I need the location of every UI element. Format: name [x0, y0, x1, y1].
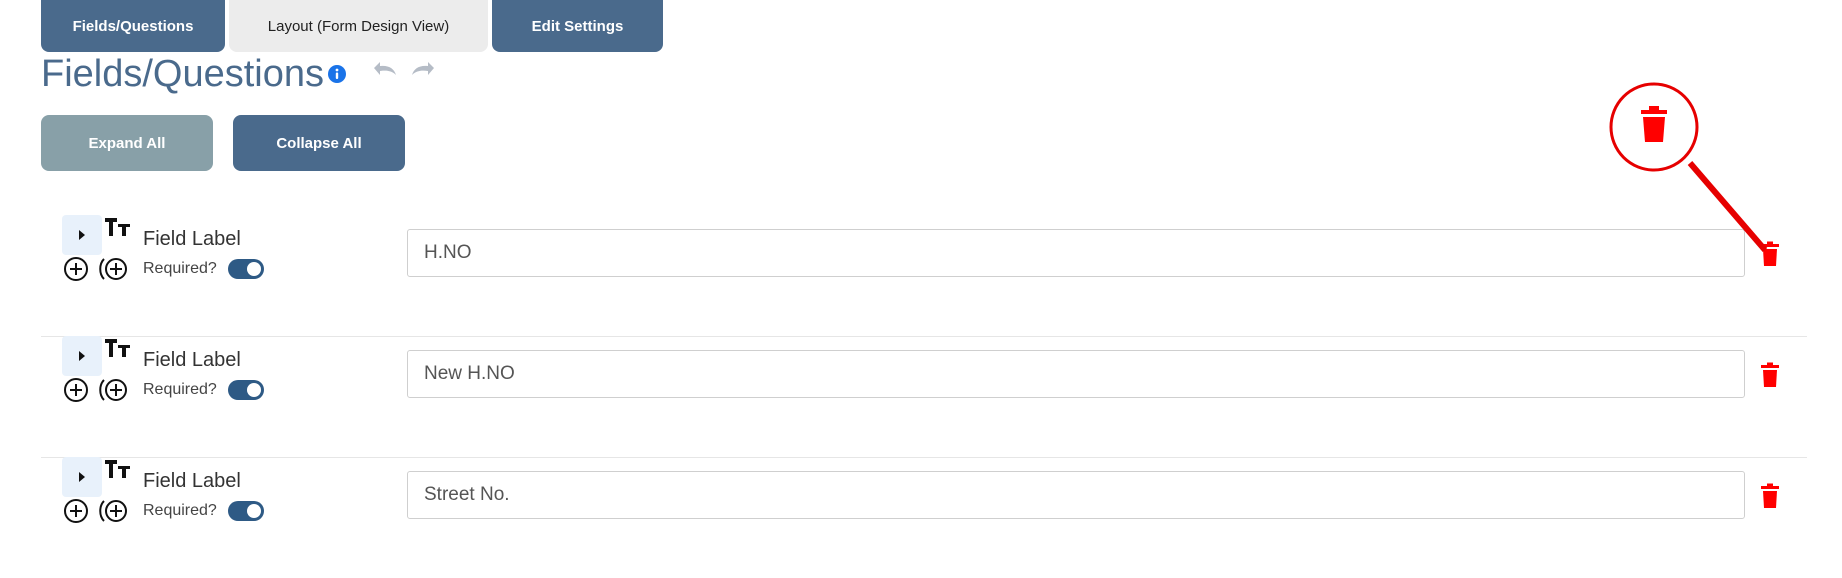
tab-layout-form-design-view[interactable]: Layout (Form Design View) [229, 0, 488, 52]
add-group-icon[interactable] [97, 498, 129, 524]
required-label: Required? [143, 502, 217, 519]
expand-row-button[interactable] [62, 215, 102, 255]
field-label-input[interactable] [407, 350, 1745, 398]
field-label: Field Label [143, 470, 241, 492]
required-toggle[interactable] [228, 380, 264, 400]
collapse-all-button[interactable]: Collapse All [233, 115, 405, 171]
redo-icon[interactable] [408, 58, 438, 80]
trash-icon[interactable] [1759, 241, 1781, 267]
field-label-input[interactable] [407, 471, 1745, 519]
undo-icon[interactable] [370, 58, 400, 80]
trash-icon[interactable] [1759, 483, 1781, 509]
expand-row-button[interactable] [62, 457, 102, 497]
required-label: Required? [143, 381, 217, 398]
add-field-icon[interactable] [63, 256, 89, 282]
add-field-icon[interactable] [63, 377, 89, 403]
trash-icon-magnified [1641, 106, 1667, 142]
text-type-icon [105, 218, 130, 236]
text-type-icon [105, 339, 130, 357]
caret-right-icon [79, 230, 85, 240]
field-row: Field Label Required? [41, 336, 1807, 458]
field-label: Field Label [143, 349, 241, 371]
add-group-icon[interactable] [97, 377, 129, 403]
required-toggle[interactable] [228, 259, 264, 279]
tab-fields-questions[interactable]: Fields/Questions [41, 0, 225, 52]
field-row: Field Label Required? [41, 215, 1807, 337]
info-icon[interactable] [327, 64, 347, 84]
add-field-icon[interactable] [63, 498, 89, 524]
expand-row-button[interactable] [62, 336, 102, 376]
caret-right-icon [79, 351, 85, 361]
expand-all-button[interactable]: Expand All [41, 115, 213, 171]
required-toggle[interactable] [228, 501, 264, 521]
page-title: Fields/Questions [41, 53, 325, 95]
add-group-icon[interactable] [97, 256, 129, 282]
required-label: Required? [143, 260, 217, 277]
field-label-input[interactable] [407, 229, 1745, 277]
text-type-icon [105, 460, 130, 478]
field-row: Field Label Required? [41, 457, 1807, 578]
field-label: Field Label [143, 228, 241, 250]
trash-icon[interactable] [1759, 362, 1781, 388]
caret-right-icon [79, 472, 85, 482]
tab-edit-settings[interactable]: Edit Settings [492, 0, 663, 52]
tab-bar: Fields/Questions Layout (Form Design Vie… [41, 0, 663, 52]
